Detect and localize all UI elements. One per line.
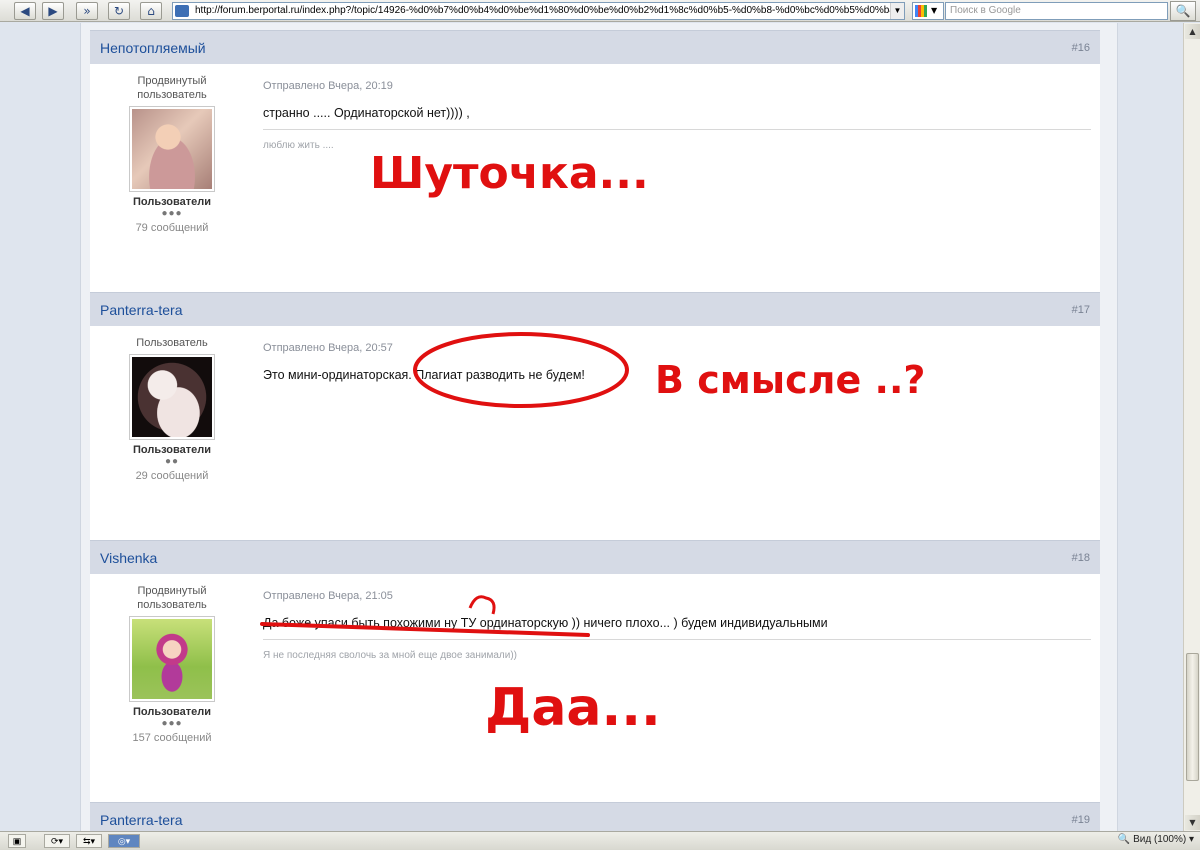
reload-icon[interactable]: ↻ (108, 2, 130, 20)
post-author-link[interactable]: Vishenka (100, 550, 157, 566)
post-text: Это мини-ординаторская. Плагиат разводит… (263, 368, 585, 382)
post-author-link[interactable]: Panterra-tera (100, 812, 182, 828)
scroll-down-icon[interactable]: ▼ (1185, 815, 1200, 830)
post-count: 157 сообщений (132, 732, 212, 744)
signature-divider (263, 639, 1091, 640)
post-number-link[interactable]: #16 (1072, 42, 1090, 54)
forward-icon[interactable]: ▶ (42, 2, 64, 20)
post-number-link[interactable]: #17 (1072, 304, 1090, 316)
vertical-scrollbar[interactable]: ▲ ▼ (1183, 23, 1200, 831)
avatar-image (132, 619, 212, 699)
rank-pips: ●● (164, 456, 180, 467)
page-icon (175, 5, 189, 17)
member-group: Пользователи (132, 196, 211, 208)
sync-icon[interactable]: ⟳▾ (44, 834, 70, 848)
author-info: Продвинутый пользователь Пользователи ●●… (110, 584, 234, 744)
post-number-link[interactable]: #18 (1072, 552, 1090, 564)
search-engine-selector[interactable]: ▼ (912, 2, 944, 20)
rank-pips: ●●● (161, 718, 183, 729)
member-rank: Пользователь (136, 337, 208, 349)
forum-page: Непотопляемый #16 Продвинутый пользовате… (0, 23, 1183, 831)
post-header: Panterra-tera #17 (90, 292, 1100, 326)
zoom-label: Вид (100%) (1133, 834, 1187, 845)
post-header: Panterra-tera #19 (90, 802, 1100, 831)
share-icon[interactable]: ⇆▾ (76, 834, 102, 848)
search-input[interactable]: Поиск в Google (945, 2, 1168, 20)
member-group: Пользователи (132, 706, 211, 718)
post-number-link[interactable]: #19 (1072, 814, 1090, 826)
zoom-control[interactable]: 🔍 Вид (100%) ▾ (1118, 834, 1194, 845)
post-header: Непотопляемый #16 (90, 30, 1100, 64)
home-icon[interactable]: ⌂ (140, 2, 162, 20)
avatar[interactable] (129, 354, 215, 440)
rank-pips: ●●● (161, 208, 183, 219)
search-icon: 🔍 (1175, 4, 1191, 18)
avatar[interactable] (129, 106, 215, 192)
author-info: Продвинутый пользователь Пользователи ●●… (110, 74, 234, 234)
member-rank: Продвинутый пользователь (137, 75, 207, 101)
chevron-down-icon: ▼ (931, 6, 938, 15)
address-url: http://forum.berportal.ru/index.php?/top… (195, 5, 905, 16)
member-rank: Продвинутый пользователь (137, 585, 207, 611)
post-signature: люблю жить .... (263, 140, 334, 151)
member-group: Пользователи (132, 444, 211, 456)
post-count: 29 сообщений (135, 470, 209, 482)
skip-forward-icon[interactable]: » (76, 2, 98, 20)
scroll-thumb[interactable] (1186, 653, 1199, 781)
author-info: Пользователь Пользователи ●● 29 сообщени… (110, 336, 234, 482)
post-author-link[interactable]: Непотопляемый (100, 40, 206, 56)
back-icon[interactable]: ◀ (14, 2, 36, 20)
avatar[interactable] (129, 616, 215, 702)
post-body: Продвинутый пользователь Пользователи ●●… (90, 574, 1100, 802)
security-icon[interactable]: ◎▾ (108, 834, 140, 848)
scroll-up-icon[interactable]: ▲ (1185, 24, 1200, 39)
post-body: Продвинутый пользователь Пользователи ●●… (90, 64, 1100, 292)
avatar-image (132, 357, 212, 437)
address-dropdown-icon[interactable]: ▼ (890, 3, 904, 19)
search-button[interactable]: 🔍 (1170, 1, 1196, 21)
address-bar[interactable]: http://forum.berportal.ru/index.php?/top… (172, 2, 905, 20)
post-signature: Я не последняя сволочь за мной еще двое … (263, 650, 517, 661)
post-date: Отправлено Вчера, 21:05 (263, 590, 393, 602)
post-text: Да боже упаси быть похожими ну ТУ ордина… (263, 616, 828, 630)
status-bar: ▣ ⟳▾ ⇆▾ ◎▾ 🔍 Вид (100%) ▾ (0, 831, 1200, 850)
panel-toggle-icon[interactable]: ▣ (8, 834, 26, 848)
signature-divider (263, 129, 1091, 130)
browser-toolbar: ◀ ▶ » ↻ ⌂ http://forum.berportal.ru/inde… (0, 0, 1200, 22)
post-date: Отправлено Вчера, 20:57 (263, 342, 393, 354)
post-date: Отправлено Вчера, 20:19 (263, 80, 393, 92)
zoom-icon: 🔍 (1117, 834, 1131, 845)
post-body: Пользователь Пользователи ●● 29 сообщени… (90, 326, 1100, 540)
avatar-image (132, 109, 212, 189)
post-count: 79 сообщений (135, 222, 209, 234)
post-text: странно ..... Ординаторской нет)))) , (263, 106, 470, 120)
post-header: Vishenka #18 (90, 540, 1100, 574)
google-icon (915, 5, 927, 17)
post-author-link[interactable]: Panterra-tera (100, 302, 182, 318)
